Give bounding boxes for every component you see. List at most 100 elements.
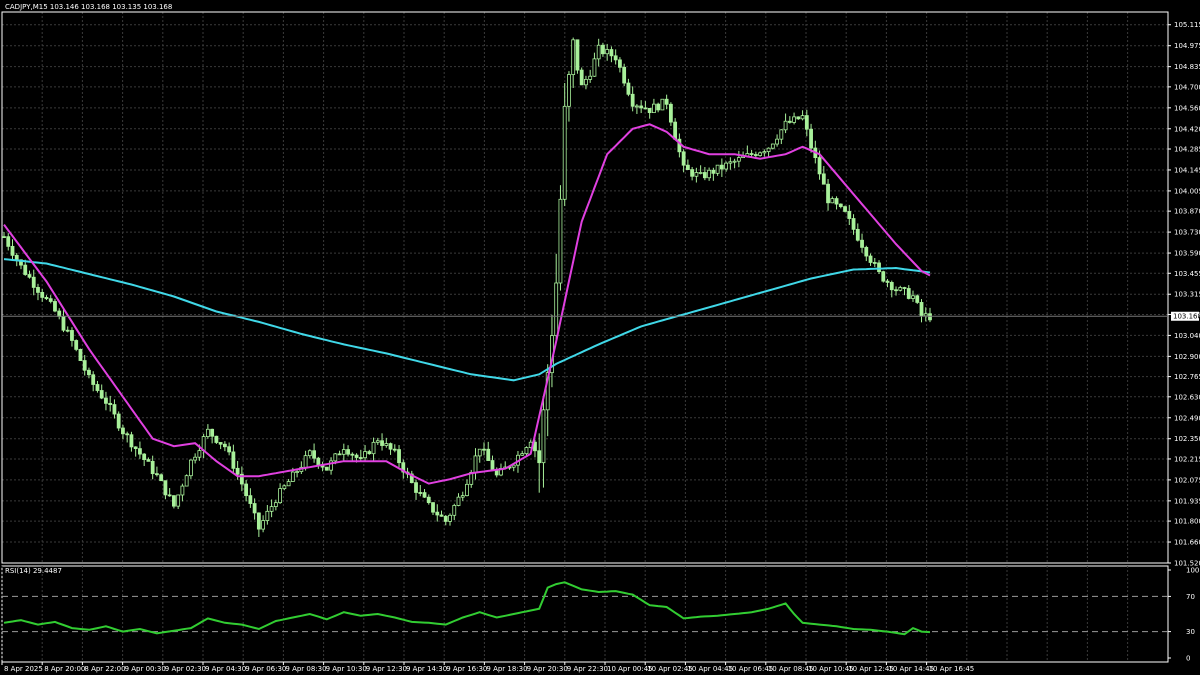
candle-body — [282, 485, 287, 489]
candle-body — [843, 206, 847, 212]
price-tick-label: 103.590 — [1174, 250, 1200, 258]
time-tick-label: 10 Apr 00:45 — [607, 665, 653, 673]
candle-body — [61, 316, 66, 331]
price-tick-label: 102.630 — [1174, 393, 1200, 401]
candle-body — [121, 427, 125, 435]
price-tick-label: 104.835 — [1174, 63, 1200, 71]
candle-body — [766, 147, 771, 153]
candle-body — [520, 453, 525, 456]
price-tick-label: 105.115 — [1174, 21, 1200, 29]
candle-body — [14, 254, 19, 261]
candle-body — [380, 440, 384, 446]
price-tick-label: 101.660 — [1174, 539, 1200, 547]
candle-body — [872, 262, 877, 264]
candle-body — [690, 169, 695, 177]
price-tick-label: 104.700 — [1174, 83, 1200, 91]
time-tick-label: 9 Apr 04:30 — [205, 665, 246, 673]
trading-chart[interactable]: 105.115 104.975 104.835 104.700 104.560 104.4… — [0, 0, 1200, 675]
candle-body — [205, 428, 210, 437]
candle-body — [770, 143, 775, 149]
candle-body — [53, 301, 57, 312]
candle-body — [643, 107, 648, 110]
candle-body — [138, 448, 142, 455]
candle-body — [588, 75, 593, 80]
candle-body — [57, 310, 62, 317]
candle-body — [95, 384, 100, 391]
candle-body — [906, 288, 911, 299]
candle-body — [227, 446, 232, 453]
rsi-header: RSI(14) 29.4487 — [5, 567, 62, 575]
candle-body — [668, 103, 673, 123]
candle-body — [911, 295, 915, 299]
candle-body — [91, 374, 96, 385]
time-tick-label: 9 Apr 02:30 — [165, 665, 206, 673]
candle-body — [316, 457, 321, 466]
time-tick-label: 9 Apr 08:30 — [285, 665, 326, 673]
candle-body — [155, 473, 159, 476]
candle-body — [27, 274, 32, 278]
time-tick-label: 9 Apr 16:30 — [446, 665, 487, 673]
candle-body — [456, 496, 461, 506]
chart-background — [0, 0, 1200, 675]
candle-body — [422, 492, 427, 498]
candle-body — [112, 404, 117, 415]
price-tick-label: 103.455 — [1174, 270, 1200, 278]
candle-body — [426, 496, 431, 504]
candle-body — [885, 280, 890, 283]
candle-body — [333, 453, 338, 462]
candle-body — [605, 49, 610, 55]
candle-body — [163, 480, 168, 496]
candle-body — [307, 450, 312, 457]
candle-body — [626, 82, 631, 95]
time-tick-label: 10 Apr 14:45 — [888, 665, 934, 673]
candle-body — [664, 98, 669, 105]
candle-body — [685, 164, 690, 170]
candle-body — [295, 471, 299, 473]
price-tick-label: 102.215 — [1174, 455, 1200, 463]
candle-body — [830, 198, 835, 204]
candle-body — [554, 282, 559, 336]
candle-body — [494, 469, 499, 476]
price-tick-label: 103.315 — [1174, 291, 1200, 299]
candle-body — [783, 120, 788, 131]
candle-body — [855, 228, 860, 241]
candle-body — [159, 474, 164, 482]
price-tick-label: 102.900 — [1174, 353, 1200, 361]
candle-body — [371, 441, 376, 455]
rsi-tick-label: 30 — [1186, 628, 1195, 636]
candle-body — [635, 105, 639, 108]
candle-body — [838, 203, 843, 208]
candle-body — [443, 515, 448, 522]
candle-body — [923, 313, 928, 317]
candle-body — [104, 397, 108, 404]
candle-body — [537, 450, 542, 464]
candle-body — [346, 449, 350, 455]
time-tick-label: 8 Apr 20:00 — [44, 665, 85, 673]
time-tick-label: 8 Apr 2025 — [4, 665, 43, 673]
candle-body — [172, 495, 176, 507]
candle-body — [125, 433, 130, 436]
candle-body — [244, 483, 249, 497]
time-tick-label: 9 Apr 22:30 — [567, 665, 608, 673]
candle-body — [133, 446, 138, 450]
candle-body — [728, 161, 733, 164]
candle-body — [698, 172, 703, 174]
candle-body — [524, 447, 529, 455]
candle-body — [622, 66, 627, 84]
candle-body — [350, 453, 355, 456]
candle-body — [792, 116, 796, 123]
candle-body — [826, 183, 830, 204]
candle-body — [312, 450, 316, 459]
candle-body — [579, 69, 584, 86]
candle-body — [898, 287, 903, 291]
candle-body — [286, 481, 291, 487]
candle-body — [354, 454, 359, 458]
candle-body — [431, 502, 435, 513]
time-tick-label: 9 Apr 18:30 — [486, 665, 527, 673]
candle-body — [486, 448, 491, 461]
rsi-tick-label: 100 — [1186, 567, 1199, 575]
price-tick-label: 101.935 — [1174, 497, 1200, 505]
candle-body — [231, 451, 236, 469]
candle-body — [44, 297, 49, 300]
candle-body — [448, 514, 452, 522]
